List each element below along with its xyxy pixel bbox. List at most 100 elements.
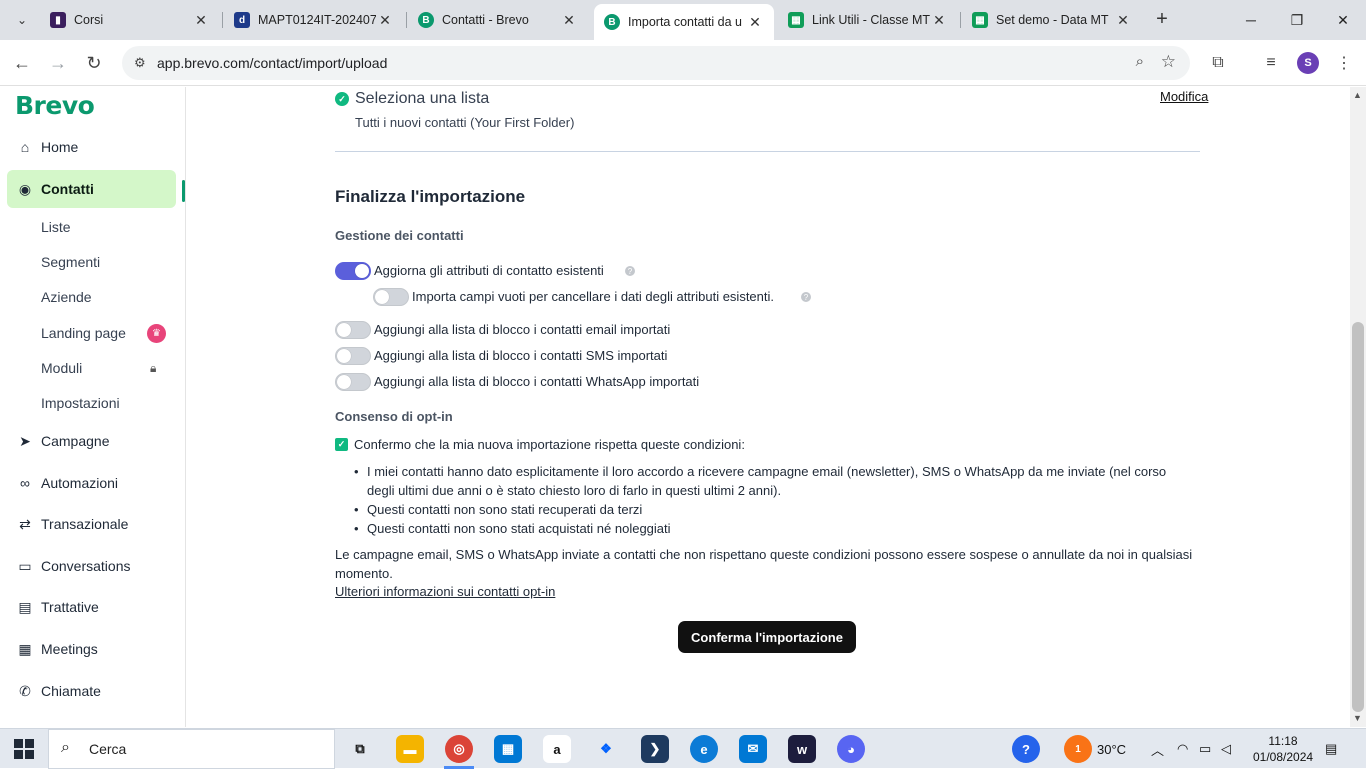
- close-tab-icon[interactable]: ✕: [746, 14, 764, 31]
- browser-tab-corsi[interactable]: ▮ Corsi ✕: [40, 4, 220, 36]
- amazon-icon[interactable]: a: [543, 735, 571, 763]
- menu-kebab-icon[interactable]: ⋮: [1333, 52, 1355, 74]
- scroll-up-icon[interactable]: ▲: [1353, 90, 1362, 100]
- browser-tab-mapt[interactable]: d MAPT0124IT-202407 ✕: [224, 4, 404, 36]
- divider: [335, 151, 1200, 152]
- sidebar-item-transazionale[interactable]: ⇄ Transazionale: [0, 506, 186, 542]
- sidebar-item-trattative[interactable]: ▤ Trattative: [0, 589, 186, 625]
- update-attributes-label: Aggiorna gli attributi di contatto esist…: [374, 263, 604, 278]
- url-text[interactable]: app.brevo.com/contact/import/upload: [157, 55, 387, 71]
- send-icon: ➤: [19, 432, 31, 449]
- back-icon[interactable]: ←: [8, 49, 36, 77]
- sidebar-item-contatti[interactable]: ◉ Contatti: [7, 170, 176, 208]
- file-explorer-icon[interactable]: ▬: [396, 735, 424, 763]
- sidebar-item-meetings[interactable]: ▦ Meetings: [0, 631, 186, 667]
- site-info-icon[interactable]: ⚙: [134, 55, 146, 71]
- profile-avatar[interactable]: S: [1297, 52, 1319, 74]
- reload-icon[interactable]: ↻: [80, 49, 108, 77]
- blocklist-whatsapp-label: Aggiungi alla lista di blocco i contatti…: [374, 374, 700, 389]
- help-tray-icon[interactable]: ?: [1012, 735, 1040, 763]
- media-control-icon[interactable]: ≡: [1260, 52, 1282, 74]
- contacts-icon: ◉: [18, 180, 32, 197]
- chat-icon: ▭: [18, 557, 32, 574]
- browser-tab-importa-contatti[interactable]: B Importa contatti da u ✕: [594, 4, 774, 40]
- close-tab-icon[interactable]: ✕: [376, 12, 394, 29]
- chrome-icon[interactable]: ◎: [445, 735, 473, 763]
- sidebar-item-impostazioni[interactable]: Impostazioni: [0, 385, 186, 421]
- sheets-icon: ▦: [972, 12, 988, 28]
- sidebar-item-automazioni[interactable]: ∞ Automazioni: [0, 465, 186, 501]
- sidebar-item-aziende[interactable]: Aziende: [0, 279, 186, 315]
- step-complete-icon: ✓: [335, 92, 349, 106]
- import-empty-fields-toggle[interactable]: [373, 288, 409, 306]
- sidebar-item-chiamate[interactable]: ✆ Chiamate: [0, 673, 186, 709]
- sheets-icon: ▦: [788, 12, 804, 28]
- optin-conditions-list: I miei contatti hanno dato esplicitament…: [354, 462, 1177, 538]
- list-item: I miei contatti hanno dato esplicitament…: [354, 462, 1177, 500]
- brevo-logo[interactable]: Brevo: [15, 91, 95, 120]
- optin-confirm-checkbox[interactable]: ✓: [335, 438, 348, 451]
- scroll-down-icon[interactable]: ▼: [1353, 713, 1362, 723]
- close-tab-icon[interactable]: ✕: [560, 12, 578, 29]
- restore-icon[interactable]: ❐: [1274, 0, 1320, 40]
- weather-icon[interactable]: 1: [1064, 735, 1092, 763]
- taskbar-clock[interactable]: 11:18 01/08/2024: [1253, 733, 1313, 765]
- close-window-icon[interactable]: ✕: [1320, 0, 1366, 40]
- edge-icon[interactable]: e: [690, 735, 718, 763]
- discord-icon[interactable]: ◕: [837, 735, 865, 763]
- extensions-icon[interactable]: ⧉: [1207, 52, 1229, 74]
- optin-more-info-link[interactable]: Ulteriori informazioni sui contatti opt-…: [335, 584, 555, 599]
- browser-tab-link-utili[interactable]: ▦ Link Utili - Classe MT ✕: [778, 4, 958, 36]
- select-list-value: Tutti i nuovi contatti (Your First Folde…: [355, 115, 575, 130]
- notifications-icon[interactable]: ▤: [1325, 729, 1337, 769]
- crown-icon: ♛: [147, 323, 166, 343]
- sidebar-item-moduli[interactable]: Moduli 🔒︎: [0, 350, 186, 386]
- store-icon[interactable]: ▦: [494, 735, 522, 763]
- tab-search-dropdown-icon[interactable]: ⌄: [8, 6, 36, 34]
- tray-chevron-icon[interactable]: ︿: [1151, 729, 1164, 769]
- battery-icon[interactable]: ▭: [1199, 729, 1211, 769]
- sidebar-item-liste[interactable]: Liste: [0, 209, 186, 245]
- calendar-icon: ▦: [18, 640, 32, 657]
- close-tab-icon[interactable]: ✕: [192, 12, 210, 29]
- task-view-icon[interactable]: ⧉: [346, 735, 374, 763]
- volume-icon[interactable]: ◁: [1221, 729, 1231, 769]
- help-icon[interactable]: ?: [625, 266, 635, 276]
- zoom-icon[interactable]: ⌕: [1136, 53, 1144, 70]
- powershell-icon[interactable]: ❯: [641, 735, 669, 763]
- blocklist-whatsapp-toggle[interactable]: [335, 373, 371, 391]
- update-attributes-toggle[interactable]: [335, 262, 371, 280]
- close-tab-icon[interactable]: ✕: [930, 12, 948, 29]
- confirm-import-button[interactable]: Conferma l'importazione: [678, 621, 856, 653]
- browser-tab-contatti-brevo[interactable]: B Contatti - Brevo ✕: [408, 4, 588, 36]
- webex-icon[interactable]: w: [788, 735, 816, 763]
- new-tab-icon[interactable]: +: [1150, 8, 1174, 32]
- wifi-icon[interactable]: ◠: [1177, 729, 1188, 769]
- mail-icon[interactable]: ✉: [739, 735, 767, 763]
- bookmark-star-icon[interactable]: ☆: [1161, 52, 1176, 72]
- browser-tab-set-demo[interactable]: ▦ Set demo - Data MT ✕: [962, 4, 1142, 36]
- sidebar-item-home[interactable]: ⌂ Home: [0, 129, 186, 165]
- page-scrollbar[interactable]: ▲ ▼: [1350, 87, 1366, 727]
- sidebar-item-landing-page[interactable]: Landing page ♛: [0, 315, 186, 351]
- close-tab-icon[interactable]: ✕: [1114, 12, 1132, 29]
- automation-icon: ∞: [20, 475, 30, 491]
- dropbox-icon[interactable]: ❖: [592, 735, 620, 763]
- blocklist-sms-toggle[interactable]: [335, 347, 371, 365]
- sidebar-item-segmenti[interactable]: Segmenti: [0, 244, 186, 280]
- sidebar-item-campagne[interactable]: ➤ Campagne: [0, 423, 186, 459]
- edit-list-link[interactable]: Modifica: [1160, 89, 1208, 104]
- forward-icon[interactable]: →: [44, 49, 72, 77]
- omnibox[interactable]: ⚙ app.brevo.com/contact/import/upload ⌕ …: [122, 46, 1190, 80]
- taskbar-search[interactable]: ⌕ Cerca: [48, 729, 335, 769]
- weather-temp[interactable]: 30°C: [1097, 729, 1126, 769]
- minimize-icon[interactable]: ─: [1228, 0, 1274, 40]
- sidebar-item-conversations[interactable]: ▭ Conversations: [0, 548, 186, 584]
- blocklist-email-toggle[interactable]: [335, 321, 371, 339]
- docebo-icon: d: [234, 12, 250, 28]
- help-icon[interactable]: ?: [801, 292, 811, 302]
- optin-confirm-label: Confermo che la mia nuova importazione r…: [354, 437, 745, 452]
- blocklist-sms-label: Aggiungi alla lista di blocco i contatti…: [374, 348, 668, 363]
- scroll-thumb[interactable]: [1352, 322, 1364, 712]
- windows-start-icon[interactable]: [14, 739, 34, 759]
